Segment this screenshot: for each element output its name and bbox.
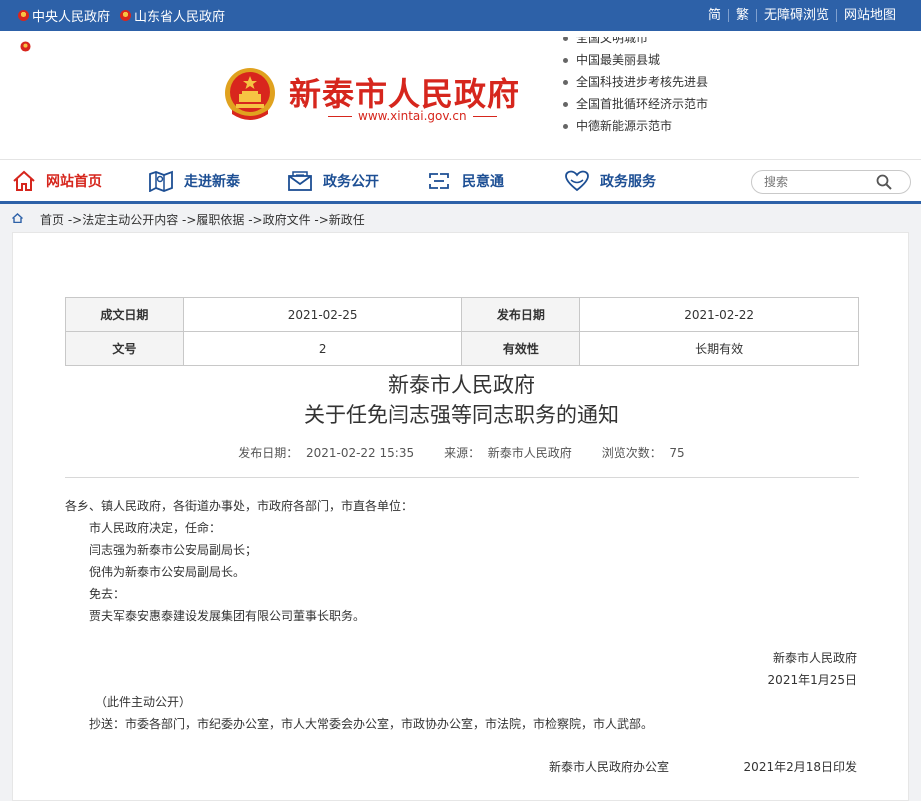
heart-hand-icon [565, 170, 589, 192]
envelope-icon [288, 171, 312, 191]
article-paragraph: 贾夫军泰安惠泰建设发展集团有限公司董事长职务。 [89, 609, 366, 623]
site-url-text: www.xintai.gov.cn [358, 109, 467, 123]
article-info: 发布日期： 2021-02-22 15:35 来源： 新泰市人民政府 浏览次数： 7… [13, 444, 910, 461]
nav-gov-services[interactable]: 政务服务 [564, 160, 656, 202]
search-box [751, 170, 911, 194]
home-icon [13, 170, 35, 191]
info-label: 发布日期： [238, 446, 299, 460]
nav-home[interactable]: 网站首页 [12, 160, 102, 202]
nav-label: 政务公开 [323, 174, 379, 190]
meta-value: 2 [182, 331, 463, 366]
nav-public-opinion[interactable]: 民意通 [426, 160, 504, 202]
link-label: 山东省人民政府 [134, 10, 226, 25]
signature-block: 新泰市人民政府 2021年1月25日 [768, 647, 857, 691]
signature-org: 新泰市人民政府 [772, 651, 857, 665]
honor-item: 中德新能源示范市 [563, 115, 733, 137]
article-title: 新泰市人民政府 关于任免闫志强等同志职务的通知 [13, 370, 910, 430]
top-utility-links: 简 繁 无障碍浏览 网站地图 [701, 0, 903, 31]
info-value: 2021-02-22 15:35 [305, 446, 415, 460]
meta-value: 长期有效 [579, 331, 859, 366]
breadcrumb-path[interactable]: 首页 ->法定主动公开内容 ->履职依据 ->政府文件 ->新政任 [40, 211, 365, 228]
nav-gov-affairs[interactable]: 政务公开 [287, 160, 379, 202]
search-icon[interactable] [876, 174, 892, 190]
site-url: www.xintai.gov.cn [322, 109, 503, 123]
link-shandong-government[interactable]: 山东省人民政府 [120, 6, 225, 25]
meta-value: 2021-02-25 [182, 297, 463, 332]
printed-date: 2021年2月18日印发 [743, 760, 857, 774]
meta-label: 文号 [65, 331, 184, 366]
meta-label: 发布日期 [461, 297, 581, 332]
accessibility-link[interactable]: 无障碍浏览 [755, 9, 836, 22]
printed-by: 新泰市人民政府办公室 [549, 760, 670, 774]
article-title-line: 新泰市人民政府 [388, 373, 535, 397]
article-container: 成文日期 2021-02-25 发布日期 2021-02-22 文号 2 有效性… [12, 232, 909, 801]
simplified-chinese-link[interactable]: 简 [701, 9, 728, 22]
article-body: 各乡、镇人民政府，各街道办事处，市政府各部门，市直各单位： 市人民政府决定，任命… [65, 495, 859, 627]
home-small-icon [12, 213, 23, 223]
article-paragraph: 倪伟为新泰市公安局副局长。 [89, 565, 246, 579]
honor-item: 全国科技进步考核先进县 [563, 71, 733, 93]
nav-about-xintai[interactable]: 走进新泰 [148, 160, 240, 202]
article-paragraph: 闫志强为新泰市公安局副局长； [89, 543, 258, 557]
main-nav: 网站首页 走进新泰 政务公开 民意通 政务服务 搜索 [0, 159, 921, 202]
cc-list: 抄送：市委各部门，市纪委办公室，市人大常委会办公室，市政协办公室，市法院，市检察… [89, 717, 654, 731]
article-paragraph: 免去： [89, 587, 126, 601]
honor-item: 全国文明城市 [563, 37, 733, 49]
info-label: 浏览次数： [601, 446, 662, 460]
top-bar: 中央人民政府 山东省人民政府 简 繁 无障碍浏览 网站地图 [0, 0, 921, 31]
info-value: 新泰市人民政府 [487, 446, 572, 460]
info-label: 来源： [444, 446, 481, 460]
info-divider [65, 477, 859, 478]
article-paragraph: 市人民政府决定，任命： [89, 521, 222, 535]
top-links: 中央人民政府 山东省人民政府 [18, 0, 225, 31]
doc-meta-table: 成文日期 2021-02-25 发布日期 2021-02-22 文号 2 有效性… [65, 297, 859, 366]
public-note: （此件主动公开） [95, 695, 192, 709]
exchange-icon [429, 173, 449, 189]
emblem-icon [18, 10, 29, 21]
nav-label: 走进新泰 [184, 174, 240, 190]
honor-item: 全国首批循环经济示范市 [563, 93, 733, 115]
map-icon [149, 170, 173, 192]
link-label: 中央人民政府 [32, 10, 111, 25]
meta-value: 2021-02-22 [579, 297, 859, 332]
honor-item: 中国最美丽县城 [563, 49, 733, 71]
nav-label: 民意通 [462, 174, 504, 190]
nav-label: 政务服务 [600, 174, 656, 190]
emblem-icon [120, 10, 132, 21]
breadcrumb: 首页 ->法定主动公开内容 ->履职依据 ->政府文件 ->新政任 [0, 204, 921, 232]
traditional-chinese-link[interactable]: 繁 [727, 9, 756, 22]
info-value: 75 [669, 446, 685, 460]
meta-label: 有效性 [461, 331, 581, 366]
article-title-line: 关于任免闫志强等同志职务的通知 [304, 403, 619, 427]
article-paragraph: 各乡、镇人民政府，各街道办事处，市政府各部门，市直各单位： [65, 499, 414, 513]
site-header: 新泰市人民政府 www.xintai.gov.cn 全国文明城市 中国最美丽县城… [0, 31, 921, 159]
sitemap-link[interactable]: 网站地图 [835, 9, 903, 22]
signature-date: 2021年1月25日 [767, 673, 857, 687]
emblem-icon [20, 41, 31, 52]
national-emblem-logo [225, 68, 275, 120]
honors-ticker: 全国文明城市 中国最美丽县城 全国科技进步考核先进县 全国首批循环经济示范市 中… [563, 37, 733, 137]
link-central-government[interactable]: 中央人民政府 [18, 6, 110, 25]
search-input[interactable] [764, 173, 874, 191]
meta-label: 成文日期 [65, 297, 184, 332]
nav-label: 网站首页 [46, 174, 102, 190]
